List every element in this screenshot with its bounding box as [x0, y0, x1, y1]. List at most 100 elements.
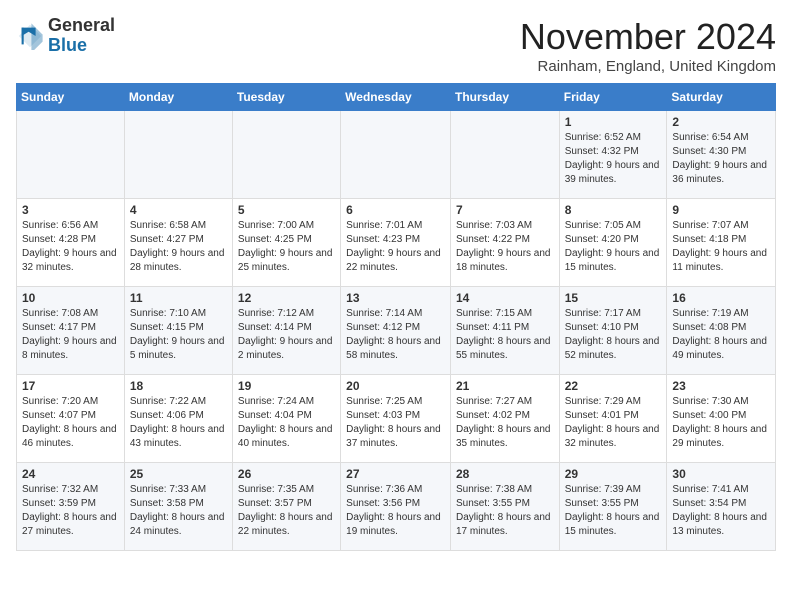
- day-info: Sunrise: 7:08 AM Sunset: 4:17 PM Dayligh…: [22, 307, 119, 363]
- day-info: Sunrise: 7:15 AM Sunset: 4:11 PM Dayligh…: [456, 307, 554, 363]
- day-number: 27: [346, 467, 445, 481]
- calendar-cell: 13 Sunrise: 7:14 AM Sunset: 4:12 PM Dayli…: [341, 287, 451, 375]
- calendar-cell: 14Sunrise: 7:15 AM Sunset: 4:11 PM Dayli…: [450, 287, 559, 375]
- calendar-cell: [232, 111, 340, 199]
- day-info: Sunrise: 7:30 AM Sunset: 4:00 PM Dayligh…: [672, 395, 770, 451]
- day-info: Sunrise: 7:22 AM Sunset: 4:06 PM Dayligh…: [130, 395, 227, 451]
- calendar-cell: 29 Sunrise: 7:39 AM Sunset: 3:55 PM Dayli…: [559, 463, 667, 551]
- calendar-cell: 3Sunrise: 6:56 AM Sunset: 4:28 PM Daylig…: [17, 199, 125, 287]
- day-number: 18: [130, 379, 227, 393]
- day-number: 29: [565, 467, 662, 481]
- day-info: Sunrise: 7:10 AM Sunset: 4:15 PM Dayligh…: [130, 307, 227, 363]
- calendar-cell: 6 Sunrise: 7:01 AM Sunset: 4:23 PM Daylig…: [341, 199, 451, 287]
- day-number: 7: [456, 203, 554, 217]
- day-info: Sunrise: 7:03 AM Sunset: 4:22 PM Dayligh…: [456, 219, 554, 275]
- day-number: 17: [22, 379, 119, 393]
- calendar-cell: 18 Sunrise: 7:22 AM Sunset: 4:06 PM Dayli…: [124, 375, 232, 463]
- weekday-header-saturday: Saturday: [667, 84, 776, 111]
- day-info: Sunrise: 7:17 AM Sunset: 4:10 PM Dayligh…: [565, 307, 662, 363]
- day-number: 20: [346, 379, 445, 393]
- calendar-cell: 7 Sunrise: 7:03 AM Sunset: 4:22 PM Daylig…: [450, 199, 559, 287]
- calendar-cell: 23 Sunrise: 7:30 AM Sunset: 4:00 PM Dayli…: [667, 375, 776, 463]
- day-info: Sunrise: 7:12 AM Sunset: 4:14 PM Dayligh…: [238, 307, 335, 363]
- logo: General Blue: [16, 16, 115, 56]
- day-number: 16: [672, 291, 770, 305]
- title-block: November 2024 Rainham, England, United K…: [520, 16, 776, 75]
- calendar-week-3: 10Sunrise: 7:08 AM Sunset: 4:17 PM Dayli…: [17, 287, 776, 375]
- day-number: 15: [565, 291, 662, 305]
- day-info: Sunrise: 6:58 AM Sunset: 4:27 PM Dayligh…: [130, 219, 227, 275]
- calendar-cell: 28Sunrise: 7:38 AM Sunset: 3:55 PM Dayli…: [450, 463, 559, 551]
- day-info: Sunrise: 7:25 AM Sunset: 4:03 PM Dayligh…: [346, 395, 445, 451]
- calendar-cell: 15 Sunrise: 7:17 AM Sunset: 4:10 PM Dayli…: [559, 287, 667, 375]
- day-info: Sunrise: 6:54 AM Sunset: 4:30 PM Dayligh…: [672, 131, 770, 187]
- calendar-cell: 16 Sunrise: 7:19 AM Sunset: 4:08 PM Dayli…: [667, 287, 776, 375]
- month-title: November 2024: [520, 16, 776, 58]
- logo-text: General Blue: [48, 16, 115, 56]
- day-number: 5: [238, 203, 335, 217]
- calendar-cell: 24Sunrise: 7:32 AM Sunset: 3:59 PM Dayli…: [17, 463, 125, 551]
- calendar-cell: [17, 111, 125, 199]
- calendar-cell: 1 Sunrise: 6:52 AM Sunset: 4:32 PM Daylig…: [559, 111, 667, 199]
- calendar-cell: 5 Sunrise: 7:00 AM Sunset: 4:25 PM Daylig…: [232, 199, 340, 287]
- day-number: 6: [346, 203, 445, 217]
- calendar-body: 1 Sunrise: 6:52 AM Sunset: 4:32 PM Daylig…: [17, 111, 776, 551]
- day-info: Sunrise: 7:00 AM Sunset: 4:25 PM Dayligh…: [238, 219, 335, 275]
- day-number: 13: [346, 291, 445, 305]
- day-number: 9: [672, 203, 770, 217]
- day-number: 25: [130, 467, 227, 481]
- calendar-cell: 11Sunrise: 7:10 AM Sunset: 4:15 PM Dayli…: [124, 287, 232, 375]
- calendar-cell: 2 Sunrise: 6:54 AM Sunset: 4:30 PM Daylig…: [667, 111, 776, 199]
- calendar-cell: 8Sunrise: 7:05 AM Sunset: 4:20 PM Daylig…: [559, 199, 667, 287]
- day-info: Sunrise: 7:14 AM Sunset: 4:12 PM Dayligh…: [346, 307, 445, 363]
- calendar-cell: 17 Sunrise: 7:20 AM Sunset: 4:07 PM Dayli…: [17, 375, 125, 463]
- logo-icon: [16, 22, 44, 50]
- calendar-week-5: 24Sunrise: 7:32 AM Sunset: 3:59 PM Dayli…: [17, 463, 776, 551]
- day-info: Sunrise: 7:27 AM Sunset: 4:02 PM Dayligh…: [456, 395, 554, 451]
- day-info: Sunrise: 7:35 AM Sunset: 3:57 PM Dayligh…: [238, 483, 335, 539]
- weekday-header-sunday: Sunday: [17, 84, 125, 111]
- day-info: Sunrise: 7:41 AM Sunset: 3:54 PM Dayligh…: [672, 483, 770, 539]
- calendar-cell: 12Sunrise: 7:12 AM Sunset: 4:14 PM Dayli…: [232, 287, 340, 375]
- day-number: 22: [565, 379, 662, 393]
- day-info: Sunrise: 7:24 AM Sunset: 4:04 PM Dayligh…: [238, 395, 335, 451]
- weekday-header-wednesday: Wednesday: [341, 84, 451, 111]
- day-info: Sunrise: 7:01 AM Sunset: 4:23 PM Dayligh…: [346, 219, 445, 275]
- weekday-header-monday: Monday: [124, 84, 232, 111]
- calendar-cell: 20 Sunrise: 7:25 AM Sunset: 4:03 PM Dayli…: [341, 375, 451, 463]
- day-number: 21: [456, 379, 554, 393]
- day-number: 23: [672, 379, 770, 393]
- calendar-week-4: 17 Sunrise: 7:20 AM Sunset: 4:07 PM Dayli…: [17, 375, 776, 463]
- calendar-cell: [450, 111, 559, 199]
- calendar-cell: 21 Sunrise: 7:27 AM Sunset: 4:02 PM Dayli…: [450, 375, 559, 463]
- calendar-week-1: 1 Sunrise: 6:52 AM Sunset: 4:32 PM Daylig…: [17, 111, 776, 199]
- calendar-cell: 30Sunrise: 7:41 AM Sunset: 3:54 PM Dayli…: [667, 463, 776, 551]
- day-info: Sunrise: 7:36 AM Sunset: 3:56 PM Dayligh…: [346, 483, 445, 539]
- day-info: Sunrise: 7:20 AM Sunset: 4:07 PM Dayligh…: [22, 395, 119, 451]
- day-info: Sunrise: 7:33 AM Sunset: 3:58 PM Dayligh…: [130, 483, 227, 539]
- location: Rainham, England, United Kingdom: [520, 58, 776, 75]
- day-info: Sunrise: 7:32 AM Sunset: 3:59 PM Dayligh…: [22, 483, 119, 539]
- weekday-header-row: SundayMondayTuesdayWednesdayThursdayFrid…: [17, 84, 776, 111]
- calendar-cell: 4 Sunrise: 6:58 AM Sunset: 4:27 PM Daylig…: [124, 199, 232, 287]
- calendar-cell: [341, 111, 451, 199]
- day-number: 28: [456, 467, 554, 481]
- day-info: Sunrise: 7:39 AM Sunset: 3:55 PM Dayligh…: [565, 483, 662, 539]
- day-info: Sunrise: 7:19 AM Sunset: 4:08 PM Dayligh…: [672, 307, 770, 363]
- calendar-cell: 25 Sunrise: 7:33 AM Sunset: 3:58 PM Dayli…: [124, 463, 232, 551]
- calendar-cell: 27 Sunrise: 7:36 AM Sunset: 3:56 PM Dayli…: [341, 463, 451, 551]
- day-number: 8: [565, 203, 662, 217]
- page-header: General Blue November 2024 Rainham, Engl…: [16, 16, 776, 75]
- day-number: 1: [565, 115, 662, 129]
- calendar-table: SundayMondayTuesdayWednesdayThursdayFrid…: [16, 83, 776, 551]
- day-number: 2: [672, 115, 770, 129]
- weekday-header-thursday: Thursday: [450, 84, 559, 111]
- day-number: 4: [130, 203, 227, 217]
- calendar-cell: 9Sunrise: 7:07 AM Sunset: 4:18 PM Daylig…: [667, 199, 776, 287]
- day-number: 26: [238, 467, 335, 481]
- day-info: Sunrise: 7:29 AM Sunset: 4:01 PM Dayligh…: [565, 395, 662, 451]
- calendar-cell: 22 Sunrise: 7:29 AM Sunset: 4:01 PM Dayli…: [559, 375, 667, 463]
- day-info: Sunrise: 6:52 AM Sunset: 4:32 PM Dayligh…: [565, 131, 662, 187]
- calendar-cell: 26 Sunrise: 7:35 AM Sunset: 3:57 PM Dayli…: [232, 463, 340, 551]
- calendar-cell: 10Sunrise: 7:08 AM Sunset: 4:17 PM Dayli…: [17, 287, 125, 375]
